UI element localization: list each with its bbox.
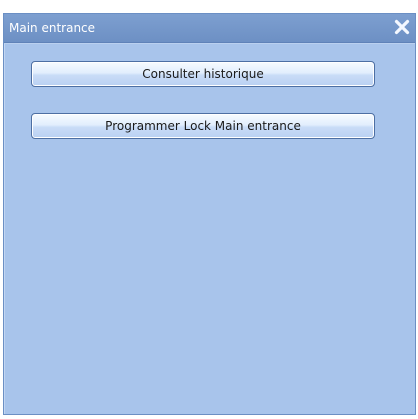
- window-titlebar[interactable]: Main entrance: [4, 14, 415, 43]
- main-entrance-window: Main entrance Consulter historique Progr…: [3, 13, 416, 415]
- close-icon[interactable]: [393, 18, 411, 36]
- programmer-lock-button[interactable]: Programmer Lock Main entrance: [31, 113, 375, 139]
- window-title: Main entrance: [9, 21, 96, 35]
- consulter-historique-button[interactable]: Consulter historique: [31, 61, 375, 87]
- window-content: Consulter historique Programmer Lock Mai…: [4, 43, 415, 414]
